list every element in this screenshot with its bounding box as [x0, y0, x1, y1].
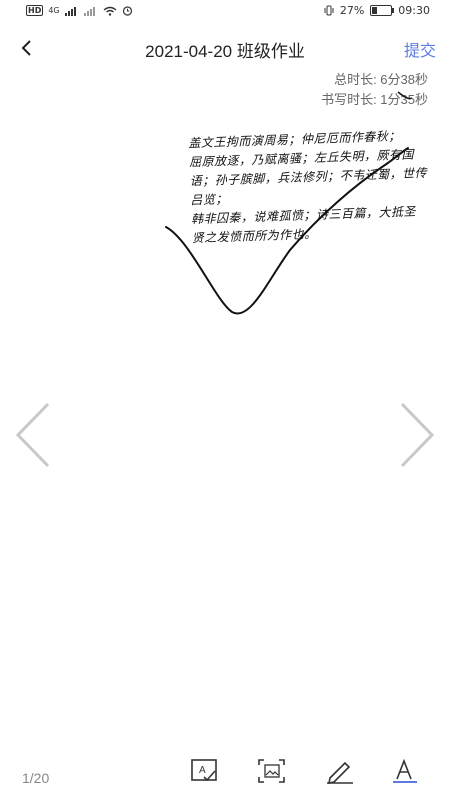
bottom-toolbar: 1/20 A	[0, 740, 450, 800]
writing-canvas[interactable]: 盖文王拘而演周易；仲尼厄而作春秋； 屈原放逐，乃赋离骚；左丘失明，厥有国 语；孙…	[0, 0, 450, 740]
page-indicator: 1/20	[22, 770, 50, 786]
text-recognize-icon: A	[191, 759, 217, 782]
chevron-right-large-icon	[400, 402, 435, 468]
image-scan-button[interactable]	[257, 758, 287, 784]
svg-text:A: A	[199, 765, 206, 776]
handwritten-text: 盖文王拘而演周易；仲尼厄而作春秋； 屈原放逐，乃赋离骚；左丘失明，厥有国 语；孙…	[188, 126, 437, 248]
text-style-button[interactable]	[390, 758, 420, 784]
text-style-icon	[393, 758, 417, 783]
handwritten-stroke	[165, 91, 413, 315]
pen-icon	[327, 761, 353, 785]
next-page-button[interactable]	[398, 400, 438, 470]
pen-button[interactable]	[325, 758, 355, 785]
previous-page-button[interactable]	[12, 400, 52, 470]
chevron-left-large-icon	[15, 402, 50, 468]
text-recognize-button[interactable]: A	[190, 758, 220, 784]
image-scan-icon	[258, 759, 285, 783]
